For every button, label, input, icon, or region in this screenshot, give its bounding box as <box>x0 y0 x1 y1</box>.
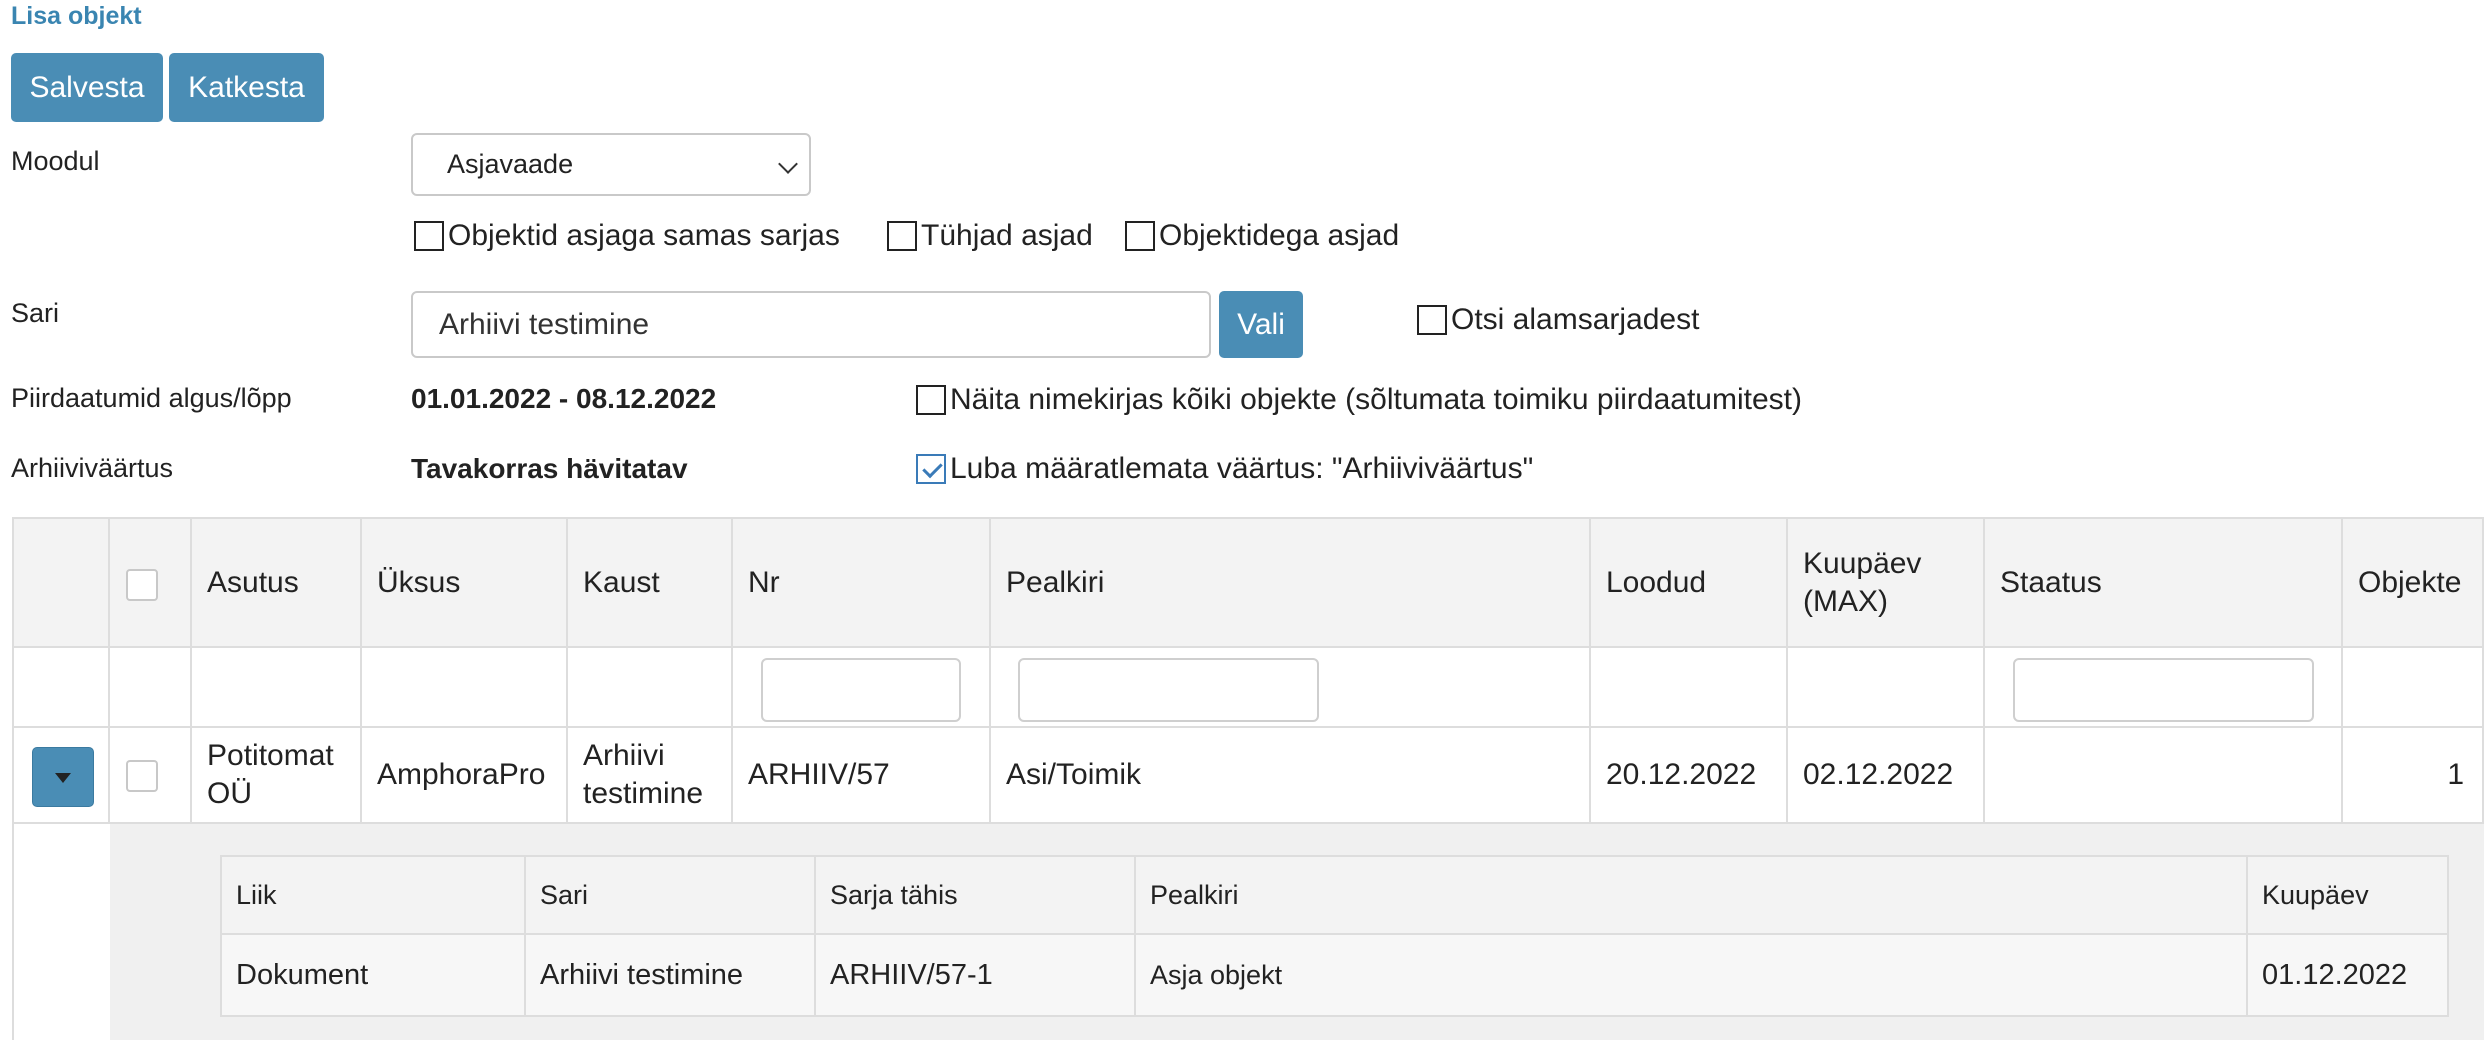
select-all-checkbox[interactable] <box>126 569 158 601</box>
header-expand-col <box>14 519 110 646</box>
save-button[interactable]: Salvesta <box>11 53 163 122</box>
show-all-label: Näita nimekirjas kõiki objekte (sõltumat… <box>950 383 1802 416</box>
series-label: Sari <box>11 298 60 328</box>
search-subseries-label: Otsi alamsarjadest <box>1451 303 1700 336</box>
header-kuupaev-line1: Kuupäev <box>1803 546 1922 580</box>
subheader-sari[interactable]: Sari <box>526 857 816 933</box>
cell-objekte: 1 <box>2343 728 2484 822</box>
cell-pealkiri: Asi/Toimik <box>991 728 1591 822</box>
checkbox-icon <box>414 221 444 251</box>
subcell-sari: Arhiivi testimine <box>526 935 816 1015</box>
series-input-value: Arhiivi testimine <box>439 307 650 341</box>
page-title: Lisa objekt <box>11 2 142 30</box>
checkbox-icon <box>1417 305 1447 335</box>
cancel-button[interactable]: Katkesta <box>169 53 324 122</box>
same-series-label: Objektid asjaga samas sarjas <box>448 219 840 252</box>
header-select-col <box>110 519 192 646</box>
search-subseries-checkbox[interactable]: Otsi alamsarjadest <box>1417 303 1699 337</box>
allow-undefined-label: Luba määratlemata väärtus: "Arhiiviväärt… <box>950 452 1534 485</box>
archive-value: Tavakorras hävitatav <box>411 453 688 484</box>
subheader-kuupaev[interactable]: Kuupäev <box>2248 857 2447 933</box>
empty-cases-label: Tühjad asjad <box>921 219 1093 252</box>
subcell-liik: Dokument <box>222 935 526 1015</box>
subcell-sarja-tahis: ARHIIV/57-1 <box>816 935 1136 1015</box>
allow-undefined-checkbox[interactable]: Luba määratlemata väärtus: "Arhiiviväärt… <box>916 452 1533 486</box>
cell-nr: ARHIIV/57 <box>733 728 991 822</box>
cell-loodud: 20.12.2022 <box>1591 728 1788 822</box>
subheader-sarja-tahis[interactable]: Sarja tähis <box>816 857 1136 933</box>
header-kuupaev[interactable]: Kuupäev (MAX) <box>1788 519 1985 646</box>
choose-series-button[interactable]: Vali <box>1219 291 1303 358</box>
series-input[interactable]: Arhiivi testimine <box>411 291 1211 358</box>
cell-asutus: Potitomat OÜ <box>192 728 362 822</box>
expand-row-button[interactable] <box>32 747 94 807</box>
cell-staatus <box>1985 728 2343 822</box>
header-nr[interactable]: Nr <box>733 519 991 646</box>
subgrid-header-row: Liik Sari Sarja tähis Pealkiri Kuupäev <box>222 857 2447 935</box>
subgrid-row[interactable]: Dokument Arhiivi testimine ARHIIV/57-1 A… <box>222 935 2447 1015</box>
grid-filter-row <box>14 648 2484 728</box>
chevron-down-icon <box>778 154 798 174</box>
header-asutus[interactable]: Asutus <box>192 519 362 646</box>
dates-value: 01.01.2022 - 08.12.2022 <box>411 383 717 414</box>
subheader-liik[interactable]: Liik <box>222 857 526 933</box>
cases-with-objects-checkbox[interactable]: Objektidega asjad <box>1125 219 1399 253</box>
filter-nr-input[interactable] <box>761 658 961 722</box>
module-select[interactable]: Asjavaade <box>411 133 811 196</box>
filter-pealkiri-input[interactable] <box>1018 658 1319 722</box>
dates-label: Piirdaatumid algus/lõpp <box>11 383 292 413</box>
checkbox-checked-icon <box>916 454 946 484</box>
header-kaust[interactable]: Kaust <box>568 519 733 646</box>
checkbox-icon <box>887 221 917 251</box>
row-select-checkbox[interactable] <box>126 760 158 792</box>
archive-value-label: Arhiiviväärtus <box>11 453 174 483</box>
cell-uksus: AmphoraPro <box>362 728 568 822</box>
empty-cases-checkbox[interactable]: Tühjad asjad <box>887 219 1093 253</box>
cases-with-objects-label: Objektidega asjad <box>1159 219 1400 252</box>
same-series-checkbox[interactable]: Objektid asjaga samas sarjas <box>414 219 840 253</box>
subheader-pealkiri[interactable]: Pealkiri <box>1136 857 2248 933</box>
cell-kuupaev: 02.12.2022 <box>1788 728 1985 822</box>
show-all-checkbox[interactable]: Näita nimekirjas kõiki objekte (sõltumat… <box>916 383 1802 417</box>
objects-subgrid: Liik Sari Sarja tähis Pealkiri Kuupäev D… <box>220 855 2449 1017</box>
header-kuupaev-line2: (MAX) <box>1803 584 1888 618</box>
cell-kaust: Arhiivi testimine <box>568 728 733 822</box>
header-staatus[interactable]: Staatus <box>1985 519 2343 646</box>
checkbox-icon <box>1125 221 1155 251</box>
grid-header-row: Asutus Üksus Kaust Nr Pealkiri Loodud Ku… <box>14 517 2484 648</box>
checkbox-icon <box>916 385 946 415</box>
subcell-pealkiri: Asja objekt <box>1136 935 2248 1015</box>
header-loodud[interactable]: Loodud <box>1591 519 1788 646</box>
header-objekte[interactable]: Objekte <box>2343 519 2484 646</box>
header-pealkiri[interactable]: Pealkiri <box>991 519 1591 646</box>
filter-staatus-input[interactable] <box>2013 658 2314 722</box>
module-label: Moodul <box>11 146 100 176</box>
subcell-kuupaev: 01.12.2022 <box>2262 958 2408 991</box>
table-row[interactable]: Potitomat OÜ AmphoraPro Arhiivi testimin… <box>14 728 2484 824</box>
header-uksus[interactable]: Üksus <box>362 519 568 646</box>
module-select-value: Asjavaade <box>447 149 574 179</box>
